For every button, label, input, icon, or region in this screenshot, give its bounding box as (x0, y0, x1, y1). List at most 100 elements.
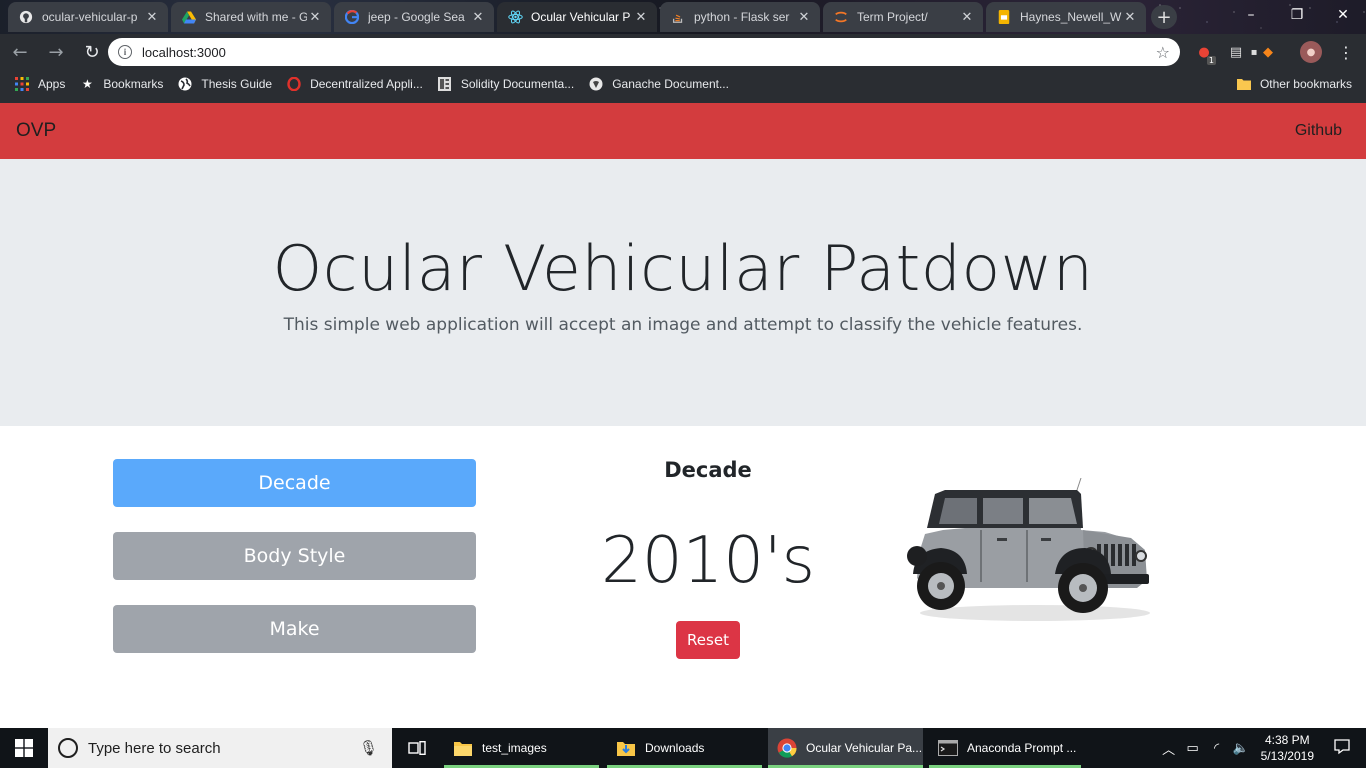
browser-tab-strip: ocular-vehicular-p ✕ Shared with me - G … (0, 0, 1366, 34)
make-button[interactable]: Make (113, 605, 476, 653)
chrome-menu-icon[interactable]: ⋮ (1336, 42, 1356, 62)
page-title: Ocular Vehicular Patdown (272, 232, 1094, 305)
url-text[interactable]: localhost:3000 (142, 45, 1156, 60)
bookmark-label: Bookmarks (103, 77, 164, 91)
chevron-up-icon[interactable]: ︿ (1157, 739, 1181, 758)
reset-button[interactable]: Reset (676, 621, 740, 659)
taskbar-item-label: test_images (482, 741, 547, 755)
back-arrow-icon[interactable]: ← (4, 36, 36, 68)
tab-close-icon[interactable]: ✕ (144, 9, 160, 25)
tab-title: python - Flask ser (694, 10, 790, 24)
globe-icon (177, 76, 193, 92)
battery-icon[interactable]: ▭ (1181, 740, 1205, 756)
search-placeholder: Type here to search (88, 739, 221, 757)
tab-close-icon[interactable]: ✕ (796, 9, 812, 25)
result-value: 2010's (601, 524, 815, 598)
bookmark-apps[interactable]: Apps (14, 76, 65, 92)
taskbar-item-label: Downloads (645, 741, 705, 755)
jumbotron: Ocular Vehicular Patdown This simple web… (0, 159, 1366, 426)
extension-icon[interactable]: ● 1 (1194, 42, 1216, 65)
tab-github[interactable]: ocular-vehicular-p ✕ (8, 2, 168, 32)
system-tray: ︿ ▭ ◜ 🔈 4:38 PM 5/13/2019 (1157, 728, 1366, 768)
tab-title: Term Project/ (857, 10, 928, 24)
apps-grid-icon (14, 76, 30, 92)
forward-arrow-icon[interactable]: → (40, 36, 72, 68)
window-controls: – ❐ ✕ (1228, 0, 1366, 30)
tab-title: Haynes_Newell_W (1020, 10, 1122, 24)
taskbar-item-test-images[interactable]: test_images (444, 728, 599, 768)
address-bar[interactable]: i localhost:3000 ☆ (108, 38, 1180, 66)
bookmark-other[interactable]: Other bookmarks (1236, 76, 1352, 92)
body-style-button[interactable]: Body Style (113, 532, 476, 580)
taskbar-item-downloads[interactable]: Downloads (607, 728, 762, 768)
bookmark-label: Thesis Guide (201, 77, 273, 91)
bookmark-label: Ganache Document... (612, 77, 729, 91)
document-icon (437, 76, 453, 92)
tab-stackoverflow[interactable]: python - Flask ser ✕ (660, 2, 820, 32)
bookmark-label: Apps (38, 77, 66, 91)
cortana-icon (58, 738, 78, 758)
notifications-icon[interactable] (1326, 738, 1358, 758)
ganache-icon (588, 76, 604, 92)
maximize-icon[interactable]: ❐ (1274, 0, 1320, 30)
tab-ocular-vehicular-active[interactable]: Ocular Vehicular P ✕ (497, 2, 657, 32)
folder-icon (452, 737, 474, 759)
tab-title: Shared with me - G (205, 10, 307, 24)
bookmark-solidity-docs[interactable]: Solidity Documenta... (437, 76, 574, 92)
wifi-icon[interactable]: ◜ (1205, 740, 1229, 756)
star-icon: ★ (81, 77, 93, 91)
docs-extension-icon[interactable]: ▤ (1226, 42, 1246, 62)
tab-title: ocular-vehicular-p (42, 10, 138, 24)
taskbar-item-label: Ocular Vehicular Pa... (806, 741, 923, 755)
site-info-icon[interactable]: i (118, 45, 132, 59)
close-window-icon[interactable]: ✕ (1320, 0, 1366, 30)
tab-close-icon[interactable]: ✕ (1122, 9, 1138, 25)
tab-close-icon[interactable]: ✕ (959, 9, 975, 25)
chrome-icon (776, 737, 798, 759)
bookmark-ganache-docs[interactable]: Ganache Document... (588, 76, 729, 92)
bookmark-decentralized-apps[interactable]: Decentralized Appli... (286, 76, 423, 92)
minimize-icon[interactable]: – (1228, 0, 1274, 30)
bookmark-star-icon[interactable]: ☆ (1156, 43, 1170, 62)
clock-time: 4:38 PM (1264, 733, 1310, 747)
google-icon (344, 9, 360, 25)
react-icon (507, 9, 523, 25)
folder-download-icon (615, 737, 637, 759)
github-icon (18, 9, 34, 25)
new-tab-button[interactable]: + (1151, 5, 1177, 29)
taskbar-item-anaconda[interactable]: Anaconda Prompt ... (929, 728, 1081, 768)
brand-logo[interactable]: OVP (16, 120, 56, 142)
task-view-icon[interactable] (398, 728, 436, 768)
lead-text: This simple web application will accept … (283, 315, 1083, 335)
folder-icon (1236, 76, 1252, 92)
tab-close-icon[interactable]: ✕ (633, 9, 649, 25)
windows-taskbar: Type here to search 🎙 test_images Downlo… (0, 728, 1366, 768)
tab-jupyter[interactable]: Term Project/ ✕ (823, 2, 983, 32)
windows-start-button[interactable] (0, 728, 48, 768)
bookmark-label: Decentralized Appli... (310, 77, 423, 91)
tab-google-search[interactable]: jeep - Google Sea ✕ (334, 2, 494, 32)
bookmarks-bar: Apps ★ Bookmarks Thesis Guide Decentrali… (0, 70, 1366, 98)
slides-icon (996, 9, 1012, 25)
bookmark-bookmarks[interactable]: ★ Bookmarks (79, 76, 163, 92)
metamask-icon[interactable]: ◆ (1258, 42, 1278, 62)
taskbar-item-chrome[interactable]: Ocular Vehicular Pa... (768, 728, 923, 768)
taskbar-clock[interactable]: 4:38 PM 5/13/2019 (1261, 732, 1314, 764)
tab-title: jeep - Google Sea (368, 10, 465, 24)
tab-google-drive[interactable]: Shared with me - G ✕ (171, 2, 331, 32)
taskbar-search-box[interactable]: Type here to search 🎙 (48, 728, 392, 768)
tab-close-icon[interactable]: ✕ (307, 9, 323, 25)
decade-button[interactable]: Decade (113, 459, 476, 507)
bookmark-label: Solidity Documenta... (460, 77, 575, 91)
bookmark-thesis-guide[interactable]: Thesis Guide (177, 76, 272, 92)
github-link[interactable]: Github (1295, 122, 1342, 140)
volume-icon[interactable]: 🔈 (1229, 740, 1253, 756)
tab-close-icon[interactable]: ✕ (470, 9, 486, 25)
terminal-icon (937, 737, 959, 759)
reload-icon[interactable]: ↻ (76, 36, 108, 68)
browser-toolbar: ← → ↻ i localhost:3000 ☆ ● 1 ▤ ▪ ◆ ● ⋮ (0, 34, 1366, 70)
profile-avatar[interactable]: ● (1300, 41, 1322, 63)
tab-slides[interactable]: Haynes_Newell_W ✕ (986, 2, 1146, 32)
tab-title: Ocular Vehicular P (531, 10, 631, 24)
microphone-icon[interactable]: 🎙 (359, 739, 378, 757)
